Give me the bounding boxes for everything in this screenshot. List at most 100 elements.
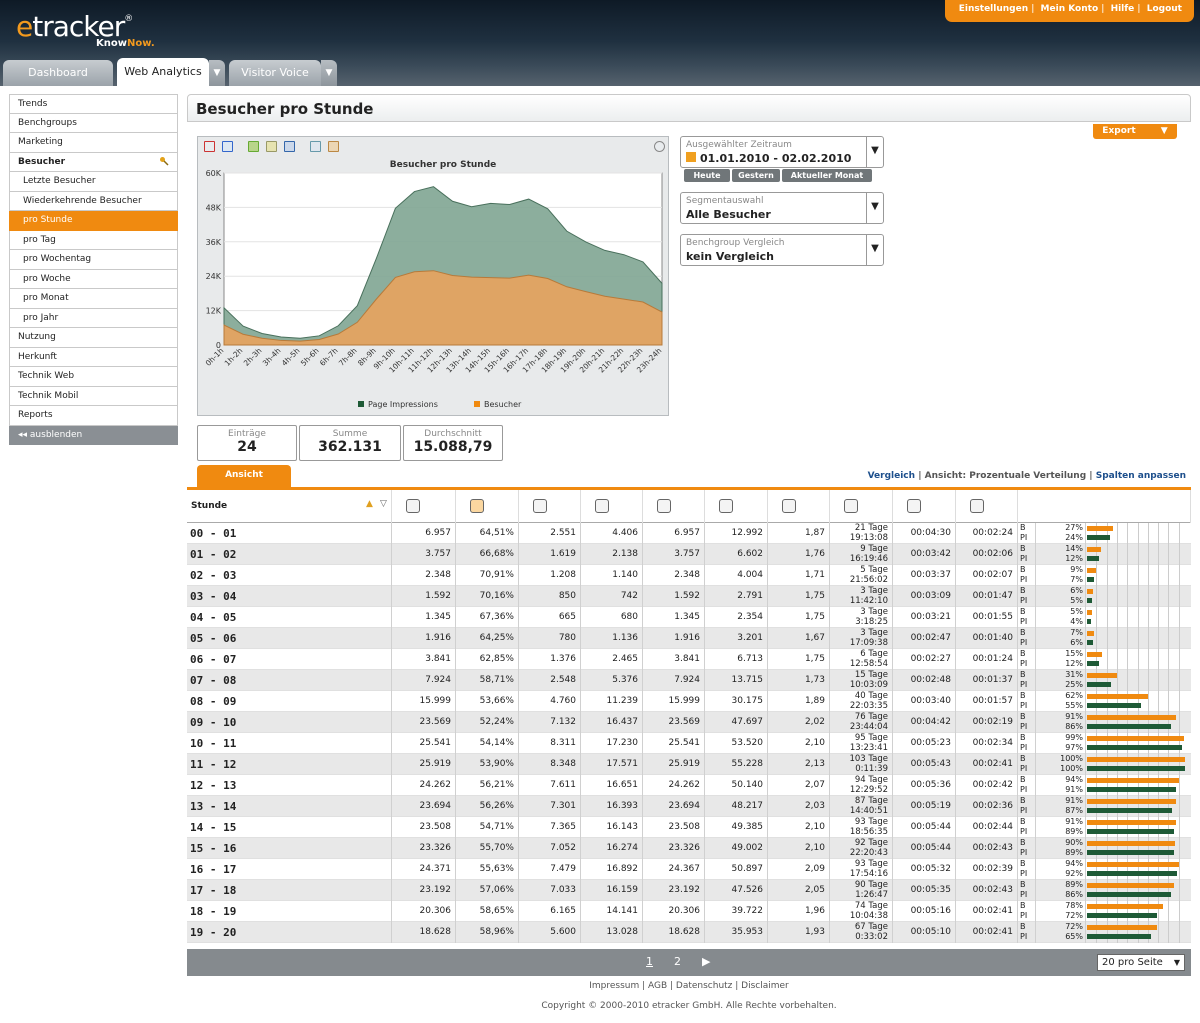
table-header-cell[interactable] <box>768 490 830 523</box>
sidebar-item-pro-stunde[interactable]: pro Stunde <box>9 211 178 231</box>
sidebar-item-technik-web[interactable]: Technik Web <box>9 367 178 387</box>
table-row[interactable]: 18 - 19 20.306 58,65% 6.165 14.141 20.306 39.7… <box>187 901 1191 922</box>
table-row[interactable]: 10 - 11 25.541 54,14% 8.311 17.230 25.541 53.5… <box>187 733 1191 754</box>
sort-desc-icon[interactable]: ▽ <box>380 499 387 509</box>
sidebar-item-letzte-besucher[interactable]: Letzte Besucher <box>9 172 178 192</box>
benchgroup-select[interactable]: Benchgroup Vergleich kein Vergleich ▼ <box>680 234 884 266</box>
bar-gridline <box>1168 670 1170 691</box>
table-header-cell[interactable] <box>643 490 705 523</box>
excel-icon[interactable] <box>222 141 233 152</box>
table-row[interactable]: 19 - 20 18.628 58,96% 5.600 13.028 18.628 35.9… <box>187 922 1191 943</box>
table-header-cell[interactable]: Stunde ▲ ▽ <box>187 490 392 523</box>
table-header-cell[interactable] <box>956 490 1018 523</box>
tab-visitor-voice-dropdown-icon[interactable]: ▼ <box>321 60 337 86</box>
prozentuale-verteilung-link[interactable]: Prozentuale Verteilung <box>969 471 1086 481</box>
table-row[interactable]: 14 - 15 23.508 54,71% 7.365 16.143 23.508 49.3… <box>187 817 1191 838</box>
compare-icon[interactable] <box>328 141 339 152</box>
help-link[interactable]: Hilfe <box>1111 4 1135 14</box>
sort-asc-icon[interactable]: ▲ <box>366 499 373 509</box>
sidebar-item-reports[interactable]: Reports <box>9 406 178 426</box>
settings-link[interactable]: Einstellungen <box>959 4 1028 14</box>
sidebar-item-pro-jahr[interactable]: pro Jahr <box>9 308 178 328</box>
sidebar-item-pro-woche[interactable]: pro Woche <box>9 269 178 289</box>
export-button[interactable]: Export ▼ <box>1093 124 1177 139</box>
table-cell-duration: 93 Tage 18:56:35 <box>830 817 893 838</box>
table-header-cell[interactable] <box>893 490 956 523</box>
logout-link[interactable]: Logout <box>1147 4 1182 14</box>
tab-dashboard[interactable]: Dashboard <box>3 60 113 86</box>
table-row[interactable]: 12 - 13 24.262 56,21% 7.611 16.651 24.262 50.1… <box>187 775 1191 796</box>
table-header-cell[interactable] <box>456 490 519 523</box>
sidebar-item-nutzung[interactable]: Nutzung <box>9 328 178 348</box>
tab-web-analytics-dropdown-icon[interactable]: ▼ <box>209 60 225 86</box>
sidebar-hide-button[interactable]: ◂◂ ausblenden <box>9 425 178 445</box>
legend-label-page-impressions: Page Impressions <box>368 400 438 409</box>
aktueller-monat-button[interactable]: Aktueller Monat <box>782 169 872 182</box>
table-cell: 2,10 <box>768 817 830 838</box>
table-row[interactable]: 07 - 08 7.924 58,71% 2.548 5.376 7.924 13.715 1… <box>187 670 1191 691</box>
b-pi-labels: B PI <box>1018 670 1036 691</box>
per-page-select[interactable]: 20 pro Seite ▼ <box>1097 954 1185 971</box>
sidebar-item-herkunft[interactable]: Herkunft <box>9 347 178 367</box>
table-row[interactable]: 02 - 03 2.348 70,91% 1.208 1.140 2.348 4.004 1,… <box>187 565 1191 586</box>
chart-settings-icon[interactable] <box>310 141 321 152</box>
table-row[interactable]: 06 - 07 3.841 62,85% 1.376 2.465 3.841 6.713 1,… <box>187 649 1191 670</box>
line-chart-icon[interactable] <box>266 141 277 152</box>
sidebar-item-marketing[interactable]: Marketing <box>9 133 178 153</box>
spalten-anpassen-link[interactable]: Spalten anpassen <box>1096 471 1186 481</box>
tab-visitor-voice[interactable]: Visitor Voice <box>229 60 321 86</box>
tab-web-analytics[interactable]: Web Analytics <box>117 58 209 86</box>
sidebar-item-pro-tag[interactable]: pro Tag <box>9 230 178 250</box>
b-pi-labels: B PI <box>1018 775 1036 796</box>
table-row[interactable]: 04 - 05 1.345 67,36% 665 680 1.345 2.354 1,75 3 … <box>187 607 1191 628</box>
sidebar-item-wiederkehrende-besucher[interactable]: Wiederkehrende Besucher <box>9 191 178 211</box>
zeitraum-select[interactable]: Ausgewählter Zeitraum 01.01.2010 - 02.02… <box>680 136 884 168</box>
page-2-link[interactable]: 2 <box>674 955 681 968</box>
page-1-link[interactable]: 1 <box>646 955 653 968</box>
table-row[interactable]: 00 - 01 6.957 64,51% 2.551 4.406 6.957 12.992 1… <box>187 523 1191 544</box>
footer-links[interactable]: Impressum | AGB | Datenschutz | Disclaim… <box>187 981 1191 991</box>
pdf-icon[interactable] <box>204 141 215 152</box>
bar-chart-icon[interactable] <box>284 141 295 152</box>
table-header-cell[interactable] <box>519 490 581 523</box>
segment-select[interactable]: Segmentauswahl Alle Besucher ▼ <box>680 192 884 224</box>
table-row[interactable]: 17 - 18 23.192 57,06% 7.033 16.159 23.192 47.5… <box>187 880 1191 901</box>
vergleich-link[interactable]: Vergleich <box>868 471 915 481</box>
table-cell: 58,65% <box>456 901 519 922</box>
gestern-button[interactable]: Gestern <box>732 169 780 182</box>
table-row[interactable]: 01 - 02 3.757 66,68% 1.619 2.138 3.757 6.602 1,… <box>187 544 1191 565</box>
table-cell: 680 <box>581 607 643 628</box>
area-chart-icon[interactable] <box>248 141 259 152</box>
zoom-icon[interactable] <box>654 141 665 152</box>
next-page-icon[interactable]: ▶ <box>702 955 710 968</box>
table-row[interactable]: 08 - 09 15.999 53,66% 4.760 11.239 15.999 30.1… <box>187 691 1191 712</box>
table-row[interactable]: 09 - 10 23.569 52,24% 7.132 16.437 23.569 47.6… <box>187 712 1191 733</box>
sidebar-item-pro-wochentag[interactable]: pro Wochentag <box>9 250 178 270</box>
table-row[interactable]: 13 - 14 23.694 56,26% 7.301 16.393 23.694 48.2… <box>187 796 1191 817</box>
sidebar-item-besucher[interactable]: Besucher <box>9 152 178 172</box>
table-cell: 1,71 <box>768 565 830 586</box>
table-cell: 25.919 <box>392 754 456 775</box>
tab-ansicht[interactable]: Ansicht <box>197 465 291 488</box>
sidebar-item-technik-mobil[interactable]: Technik Mobil <box>9 386 178 406</box>
segment-dropdown-icon[interactable]: ▼ <box>866 193 883 223</box>
sidebar-item-pro-monat[interactable]: pro Monat <box>9 289 178 309</box>
zeitraum-dropdown-icon[interactable]: ▼ <box>866 137 883 167</box>
account-link[interactable]: Mein Konto <box>1041 4 1099 14</box>
heute-button[interactable]: Heute <box>684 169 730 182</box>
sidebar-item-trends[interactable]: Trends <box>9 94 178 114</box>
table-row[interactable]: 15 - 16 23.326 55,70% 7.052 16.274 23.326 49.0… <box>187 838 1191 859</box>
table-header-cell[interactable] <box>705 490 768 523</box>
key-icon[interactable] <box>159 156 169 166</box>
table-header-cell[interactable] <box>581 490 643 523</box>
time-value: 0:11:39 <box>855 763 888 774</box>
table-row[interactable]: 11 - 12 25.919 53,90% 8.348 17.571 25.919 55.2… <box>187 754 1191 775</box>
table-row[interactable]: 16 - 17 24.371 55,63% 7.479 16.892 24.367 50.8… <box>187 859 1191 880</box>
table-header-cell[interactable] <box>830 490 893 523</box>
table-row[interactable]: 05 - 06 1.916 64,25% 780 1.136 1.916 3.201 1,67… <box>187 628 1191 649</box>
benchgroup-dropdown-icon[interactable]: ▼ <box>866 235 883 265</box>
table-row[interactable]: 03 - 04 1.592 70,16% 850 742 1.592 2.791 1,75 3 … <box>187 586 1191 607</box>
b-percent: 94% <box>1065 775 1083 784</box>
table-header-cell[interactable] <box>392 490 456 523</box>
sidebar-item-benchgroups[interactable]: Benchgroups <box>9 113 178 133</box>
